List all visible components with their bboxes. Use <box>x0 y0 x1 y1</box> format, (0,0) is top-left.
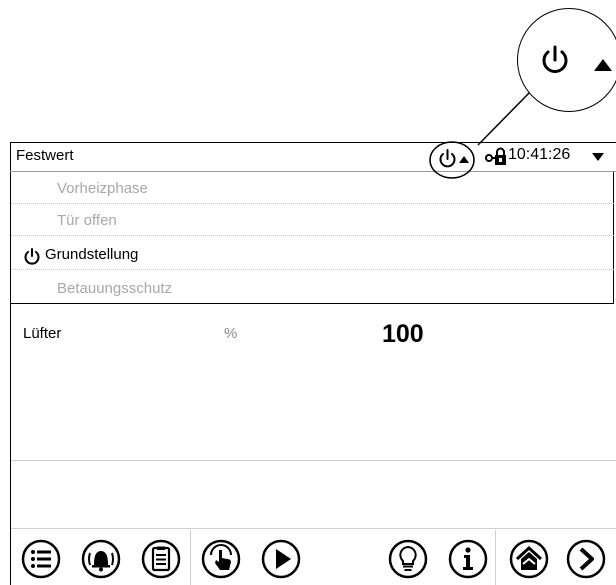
menu-item-label: Tür offen <box>57 212 117 229</box>
fan-unit: % <box>224 325 238 342</box>
power-icon <box>542 45 568 73</box>
menu-item-tuer-offen: Tür offen <box>11 206 614 236</box>
notes-button[interactable] <box>140 538 182 580</box>
divider <box>11 528 616 529</box>
alarm-button[interactable] <box>80 538 122 580</box>
chevron-right-icon <box>566 539 606 579</box>
play-button[interactable] <box>260 538 302 580</box>
power-icon <box>439 149 456 168</box>
home-icon <box>509 539 549 579</box>
menu-list-button[interactable] <box>20 538 62 580</box>
home-button[interactable] <box>508 538 550 580</box>
power-icon <box>24 248 40 265</box>
menu-item-label: Vorheizphase <box>57 180 148 197</box>
touch-download-icon <box>201 539 241 579</box>
download-button[interactable] <box>200 538 242 580</box>
alarm-bell-icon <box>81 539 121 579</box>
clipboard-icon <box>141 539 181 579</box>
page-title: Festwert <box>16 147 74 164</box>
fan-value[interactable]: 100 <box>382 320 424 349</box>
play-icon <box>261 539 301 579</box>
menu-item-label: Grundstellung <box>45 246 139 263</box>
magnifier-callout <box>517 8 616 112</box>
menu-item-grundstellung[interactable]: Grundstellung <box>11 240 614 270</box>
door-lock-icon <box>485 147 506 165</box>
light-button[interactable] <box>387 538 429 580</box>
info-icon <box>448 539 488 579</box>
dropdown-arrow-icon[interactable] <box>591 152 605 162</box>
arrow-up-icon <box>459 156 469 163</box>
divider <box>11 460 616 461</box>
light-bulb-icon <box>388 539 428 579</box>
toolbar-divider <box>495 530 496 585</box>
next-button[interactable] <box>565 538 607 580</box>
menu-list-icon <box>21 539 61 579</box>
toolbar-divider <box>190 530 191 585</box>
info-button[interactable] <box>447 538 489 580</box>
menu-item-vorheizphase: Vorheizphase <box>11 174 614 204</box>
menu-item-label: Betauungsschutz <box>57 280 173 297</box>
menu-item-betauungsschutz: Betauungsschutz <box>11 274 614 304</box>
fan-label: Lüfter <box>23 325 62 342</box>
clock-time: 10:41:26 <box>508 146 571 163</box>
arrow-up-icon <box>594 59 612 71</box>
